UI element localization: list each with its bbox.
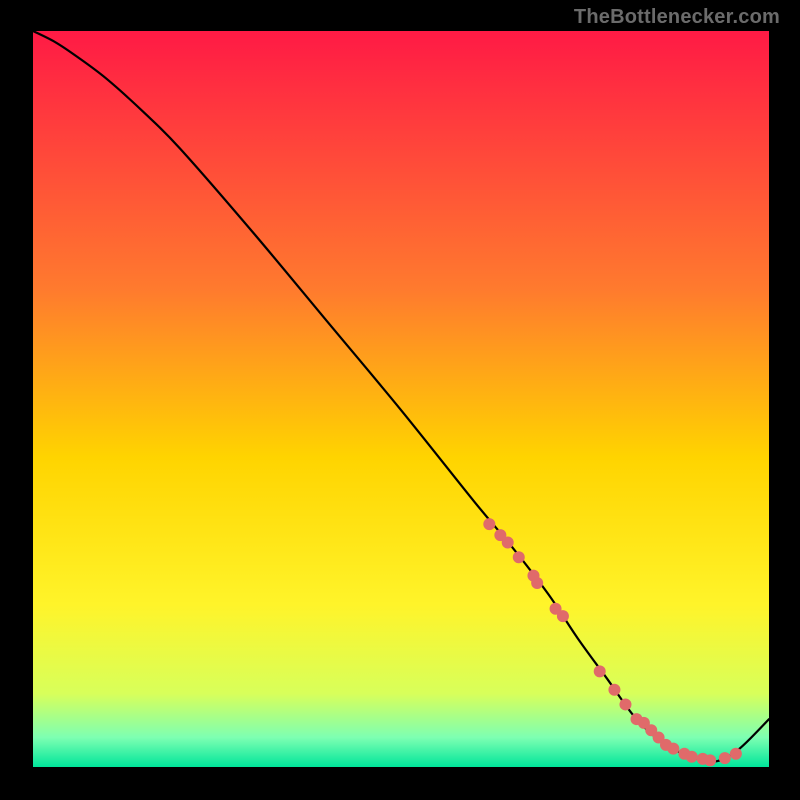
gradient-background (33, 31, 769, 767)
data-marker (483, 518, 495, 530)
data-marker (557, 610, 569, 622)
data-marker (619, 698, 631, 710)
attribution-label: TheBottlenecker.com (574, 6, 780, 29)
data-marker (513, 551, 525, 563)
data-marker (667, 743, 679, 755)
data-marker (502, 537, 514, 549)
data-marker (730, 748, 742, 760)
data-marker (686, 751, 698, 763)
figure-root: TheBottlenecker.com (0, 0, 800, 800)
data-marker (704, 754, 716, 766)
chart-plot (33, 31, 769, 767)
data-marker (608, 684, 620, 696)
data-marker (531, 577, 543, 589)
data-marker (594, 665, 606, 677)
data-marker (719, 752, 731, 764)
